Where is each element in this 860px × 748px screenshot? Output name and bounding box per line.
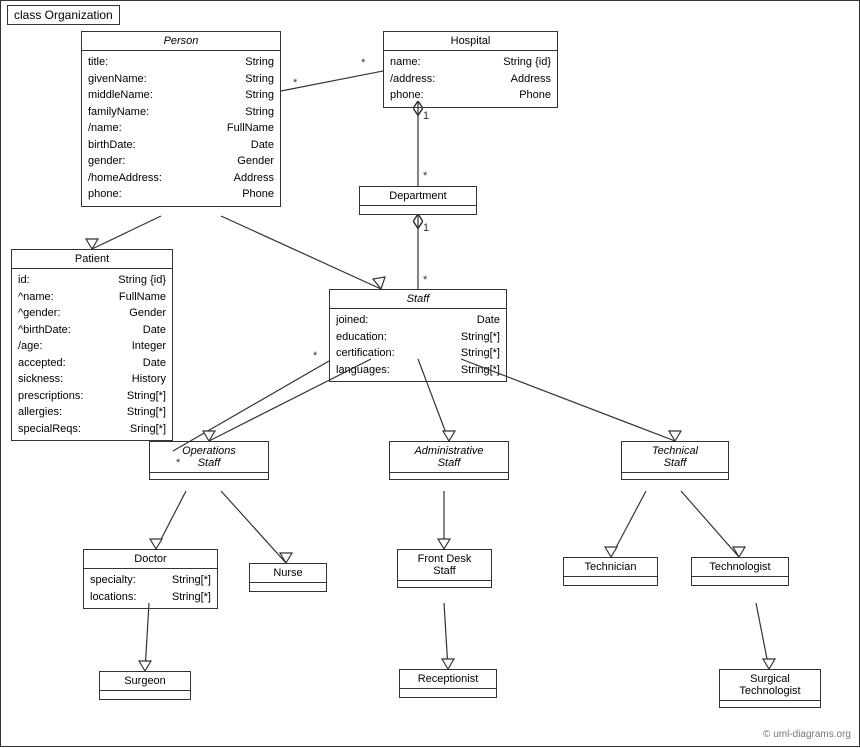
person-title: Person — [82, 32, 280, 51]
surgeon-title: Surgeon — [100, 672, 190, 691]
ops-staff-class: OperationsStaff — [149, 441, 269, 480]
person-attrs: title:String givenName:String middleName… — [82, 51, 280, 206]
diagram-title: class Organization — [7, 5, 120, 25]
surgeon-class: Surgeon — [99, 671, 191, 700]
svg-text:1: 1 — [423, 222, 429, 234]
surgical-tech-class: SurgicalTechnologist — [719, 669, 821, 708]
staff-attrs: joined:Date education:String[*] certific… — [330, 309, 506, 381]
hospital-attrs: name:String {id} /address:Address phone:… — [384, 51, 557, 107]
patient-attrs: id:String {id} ^name:FullName ^gender:Ge… — [12, 269, 172, 440]
watermark: © uml-diagrams.org — [763, 729, 851, 740]
hospital-title: Hospital — [384, 32, 557, 51]
department-class: Department — [359, 186, 477, 215]
nurse-title: Nurse — [250, 564, 326, 583]
doctor-attrs: specialty:String[*] locations:String[*] — [84, 569, 217, 608]
svg-text:1: 1 — [423, 110, 429, 122]
svg-text:*: * — [423, 170, 428, 182]
diagram: class Organization Person title:String g… — [0, 0, 860, 747]
svg-text:*: * — [423, 274, 428, 286]
tech-staff-title: TechnicalStaff — [622, 442, 728, 473]
staff-class: Staff joined:Date education:String[*] ce… — [329, 289, 507, 382]
nurse-class: Nurse — [249, 563, 327, 592]
front-desk-title: Front DeskStaff — [398, 550, 491, 581]
svg-text:*: * — [361, 57, 366, 69]
ops-staff-title: OperationsStaff — [150, 442, 268, 473]
department-title: Department — [360, 187, 476, 206]
technician-title: Technician — [564, 558, 657, 577]
staff-title: Staff — [330, 290, 506, 309]
admin-staff-class: AdministrativeStaff — [389, 441, 509, 480]
person-class: Person title:String givenName:String mid… — [81, 31, 281, 207]
technologist-class: Technologist — [691, 557, 789, 586]
receptionist-class: Receptionist — [399, 669, 497, 698]
receptionist-title: Receptionist — [400, 670, 496, 689]
surgical-tech-title: SurgicalTechnologist — [720, 670, 820, 701]
doctor-title: Doctor — [84, 550, 217, 569]
patient-title: Patient — [12, 250, 172, 269]
technician-class: Technician — [563, 557, 658, 586]
svg-text:*: * — [313, 350, 318, 362]
tech-staff-class: TechnicalStaff — [621, 441, 729, 480]
svg-text:*: * — [293, 77, 298, 89]
patient-class: Patient id:String {id} ^name:FullName ^g… — [11, 249, 173, 441]
doctor-class: Doctor specialty:String[*] locations:Str… — [83, 549, 218, 609]
admin-staff-title: AdministrativeStaff — [390, 442, 508, 473]
hospital-class: Hospital name:String {id} /address:Addre… — [383, 31, 558, 108]
technologist-title: Technologist — [692, 558, 788, 577]
front-desk-class: Front DeskStaff — [397, 549, 492, 588]
